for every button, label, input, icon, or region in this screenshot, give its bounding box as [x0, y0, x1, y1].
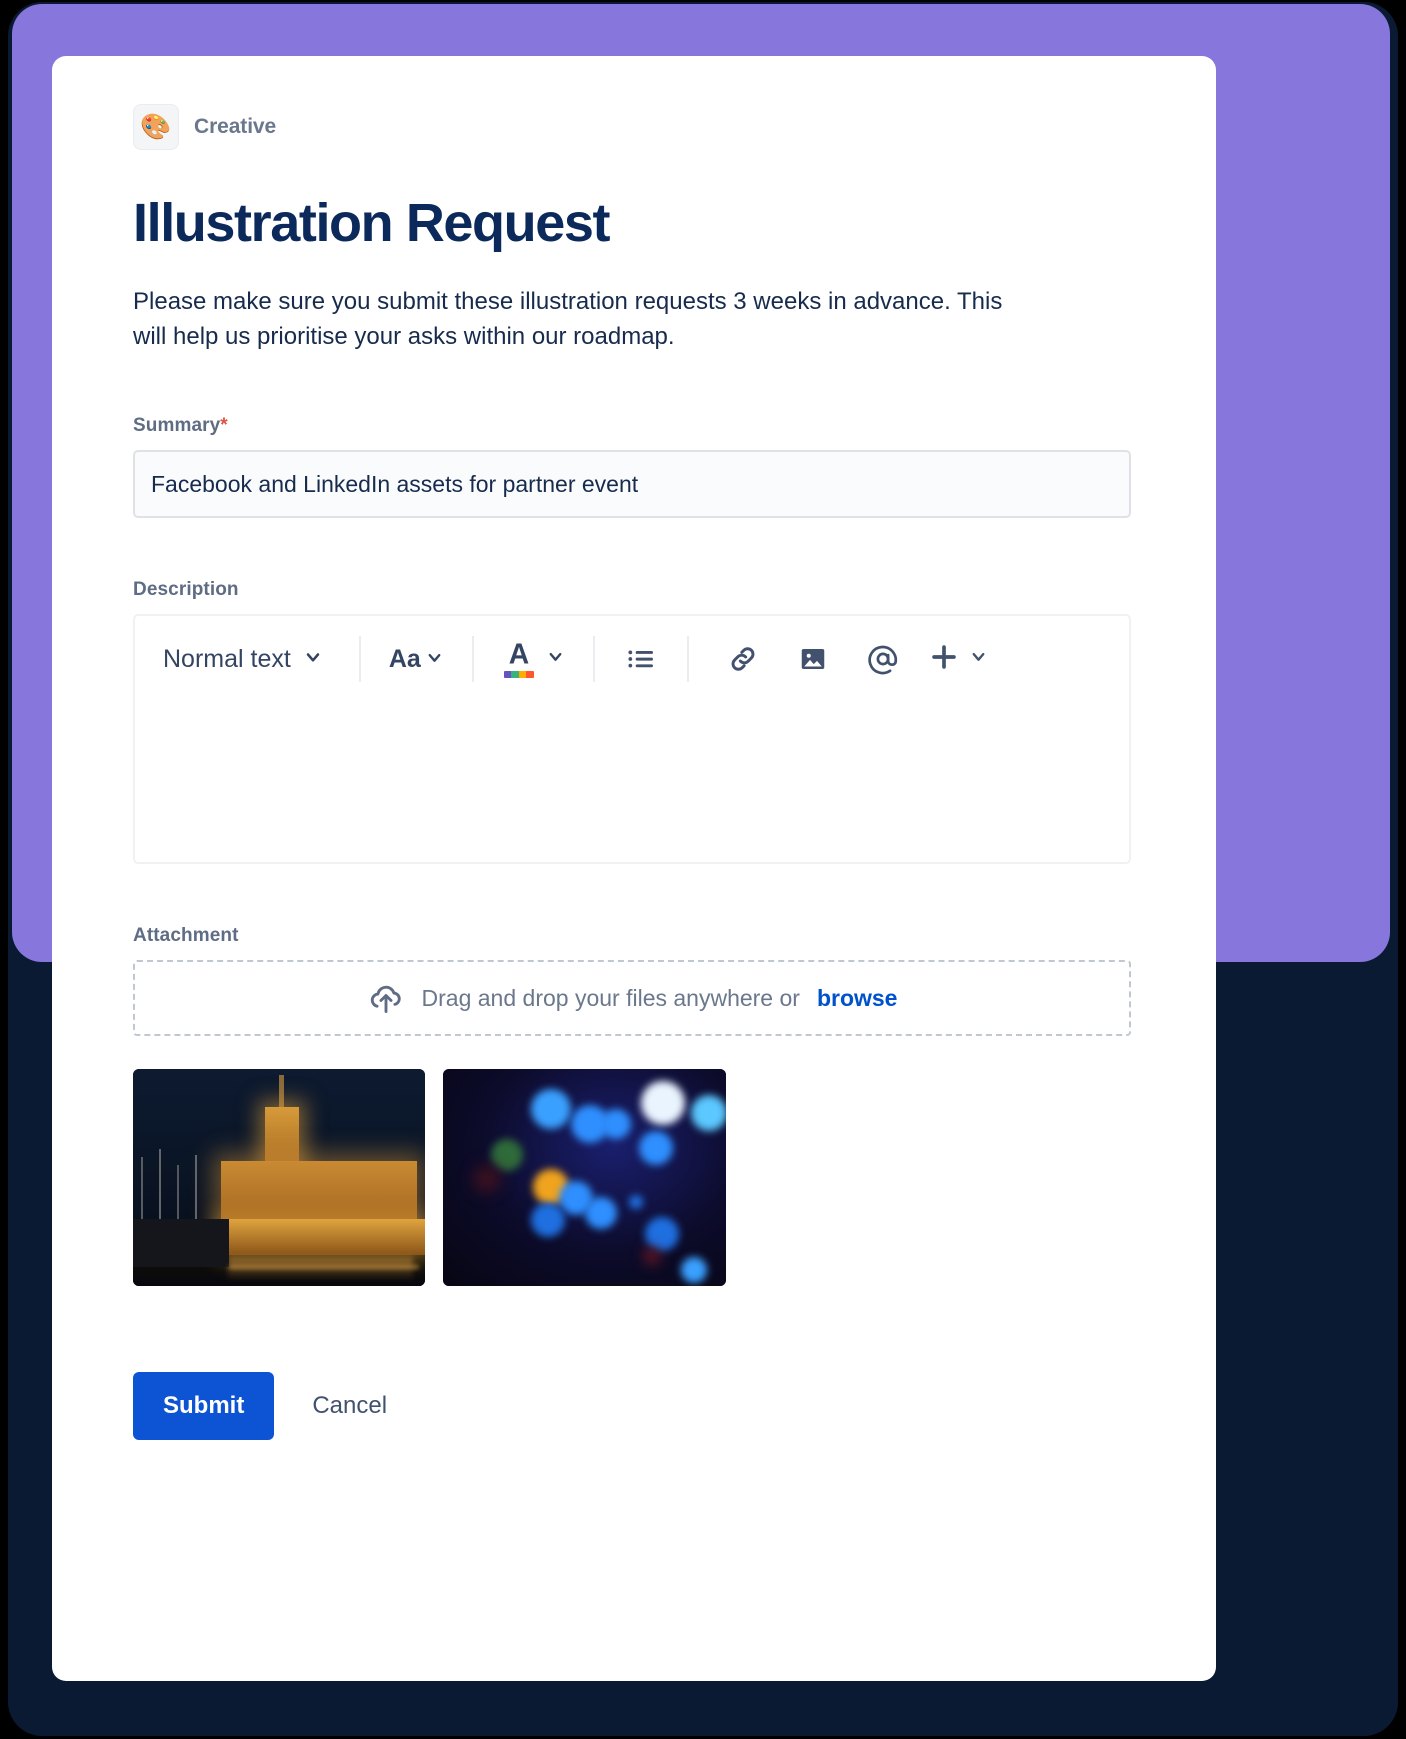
text-color-dropdown[interactable]: A — [496, 636, 571, 682]
dropzone-text: Drag and drop your files anywhere or — [421, 984, 800, 1011]
summary-label-text: Summary — [133, 415, 221, 437]
toolbar-divider — [592, 636, 595, 683]
text-color-icon: A — [502, 639, 536, 679]
toolbar-divider — [471, 636, 474, 683]
thumbnail-art — [531, 1089, 571, 1130]
thumbnail-art — [645, 1217, 679, 1252]
required-asterisk: * — [220, 415, 228, 437]
screenshot-stage: 🎨 Creative Illustration Request Please m… — [0, 0, 1406, 1739]
editor-toolbar: Normal text Aa A — [135, 616, 1129, 702]
svg-text:A: A — [509, 639, 529, 671]
thumbnail-art — [229, 1265, 419, 1270]
attachment-field-block: Attachment Drag and drop your files anyw… — [133, 925, 1131, 1287]
form-actions: Submit Cancel — [133, 1372, 1131, 1480]
project-name: Creative — [194, 115, 277, 138]
cloud-upload-icon — [367, 979, 405, 1017]
summary-label: Summary* — [133, 415, 1131, 437]
form-intro-text: Please make sure you submit these illust… — [133, 287, 1003, 350]
mention-icon[interactable] — [859, 636, 907, 682]
insert-more-dropdown[interactable] — [927, 636, 988, 682]
description-input[interactable] — [135, 702, 1129, 862]
plus-icon — [927, 640, 961, 679]
artist-palette-icon: 🎨 — [133, 104, 179, 150]
thumbnail-art — [691, 1095, 726, 1132]
attachment-label: Attachment — [133, 925, 239, 947]
image-icon[interactable] — [789, 636, 837, 682]
blue-bokeh-lights-thumbnail[interactable] — [443, 1069, 726, 1287]
thumbnail-art — [639, 1131, 673, 1166]
description-label: Description — [133, 579, 239, 601]
text-style-dropdown[interactable]: Normal text — [143, 636, 337, 682]
description-field-block: Description Normal text Aa A — [133, 579, 1131, 865]
bulleted-list-icon[interactable] — [617, 636, 665, 682]
thumbnail-art — [641, 1081, 685, 1126]
toolbar-divider — [358, 636, 361, 683]
toolbar-divider — [686, 636, 689, 683]
chevron-down-icon — [969, 647, 988, 671]
thumbnail-art — [133, 1219, 229, 1268]
font-size-dropdown[interactable]: Aa — [383, 636, 450, 682]
chevron-down-icon — [425, 645, 444, 674]
thumbnail-art — [279, 1075, 284, 1112]
browse-link[interactable]: browse — [817, 985, 898, 1012]
summary-field-block: Summary* — [133, 415, 1131, 519]
chevron-down-icon — [303, 645, 323, 674]
description-editor: Normal text Aa A — [133, 614, 1131, 865]
project-header: 🎨 Creative — [133, 104, 1131, 150]
thumbnail-art — [531, 1203, 565, 1238]
thumbnail-art — [585, 1197, 617, 1230]
font-size-label: Aa — [388, 644, 421, 673]
submit-button[interactable]: Submit — [133, 1372, 275, 1441]
cancel-button[interactable]: Cancel — [288, 1372, 411, 1440]
link-icon[interactable] — [719, 636, 767, 682]
text-style-label: Normal text — [163, 644, 291, 673]
chevron-down-icon — [546, 647, 565, 671]
thumbnail-art — [221, 1219, 425, 1256]
attachment-thumbnails — [133, 1069, 1131, 1287]
request-form-card: 🎨 Creative Illustration Request Please m… — [52, 56, 1216, 1681]
harbour-at-night-thumbnail[interactable] — [133, 1069, 425, 1287]
attachment-dropzone[interactable]: Drag and drop your files anywhere or bro… — [133, 960, 1131, 1037]
summary-input[interactable] — [133, 450, 1131, 519]
thumbnail-art — [228, 1257, 413, 1282]
thumbnail-art — [491, 1139, 523, 1172]
page-title: Illustration Request — [133, 193, 610, 253]
thumbnail-art — [265, 1107, 299, 1170]
artist-palette-glyph: 🎨 — [140, 112, 172, 141]
